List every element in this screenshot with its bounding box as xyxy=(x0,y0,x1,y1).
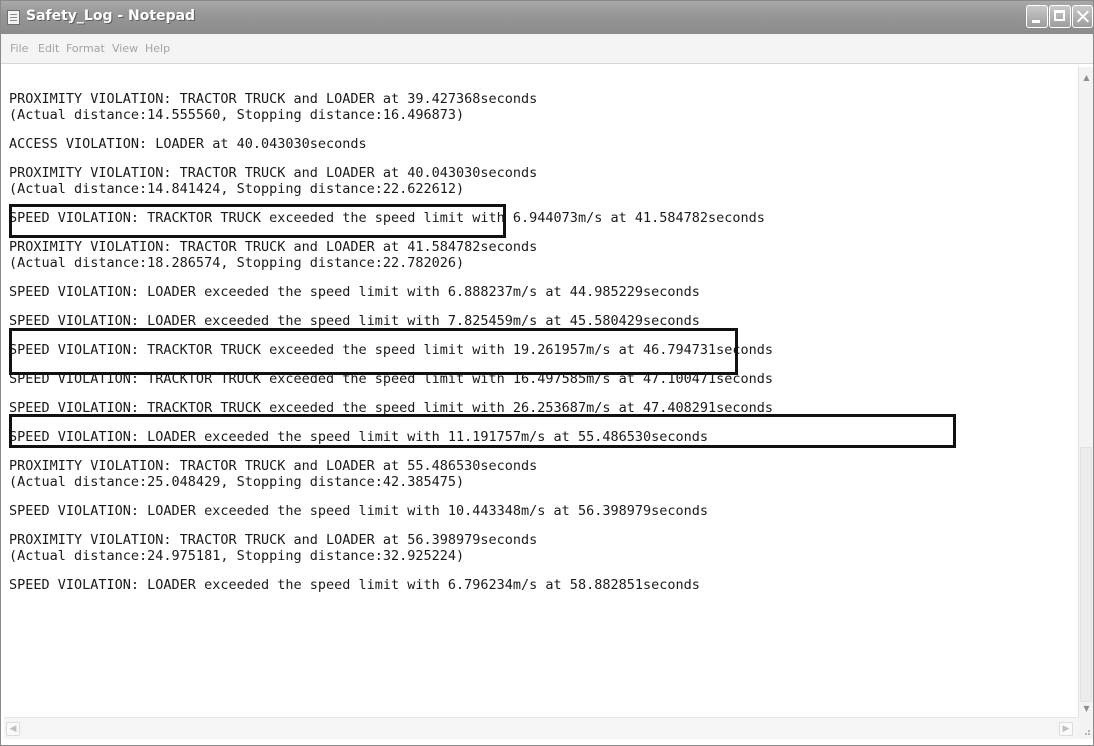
log-line: SPEED VIOLATION: LOADER exceeded the spe… xyxy=(9,503,708,519)
close-icon[interactable] xyxy=(1072,5,1093,28)
log-line: SPEED VIOLATION: LOADER exceeded the spe… xyxy=(9,284,700,300)
highlight-box-proximity-violation xyxy=(9,328,738,375)
horizontal-scrollbar[interactable]: ◀ ▶ xyxy=(4,717,1078,739)
notepad-icon[interactable] xyxy=(7,10,20,25)
menu-bar: File Edit Format View Help xyxy=(1,34,1093,64)
highlight-box-speed-violation xyxy=(9,414,956,448)
vertical-scrollbar[interactable]: ▲ ▼ xyxy=(1078,67,1093,717)
log-line: PROXIMITY VIOLATION: TRACTOR TRUCK and L… xyxy=(9,532,538,548)
log-line: PROXIMITY VIOLATION: TRACTOR TRUCK and L… xyxy=(9,458,538,474)
log-line: (Actual distance:14.555560, Stopping dis… xyxy=(9,107,465,123)
menu-view[interactable]: View xyxy=(112,42,138,55)
vertical-scroll-thumb[interactable] xyxy=(1080,447,1092,702)
log-line: (Actual distance:18.286574, Stopping dis… xyxy=(9,255,465,271)
title-bar[interactable]: Safety_Log - Notepad xyxy=(1,1,1093,34)
highlight-box-access-violation xyxy=(9,204,506,238)
notepad-window: Safety_Log - Notepad File Edit Format Vi… xyxy=(0,0,1094,746)
log-line: (Actual distance:24.975181, Stopping dis… xyxy=(9,548,465,564)
window-title: Safety_Log - Notepad xyxy=(26,8,196,24)
menu-edit[interactable]: Edit xyxy=(38,42,59,55)
scroll-right-arrow-icon[interactable]: ▶ xyxy=(1059,722,1073,736)
log-line: SPEED VIOLATION: LOADER exceeded the spe… xyxy=(9,577,700,593)
log-line: (Actual distance:14.841424, Stopping dis… xyxy=(9,181,465,197)
menu-format[interactable]: Format xyxy=(66,42,105,55)
log-line: PROXIMITY VIOLATION: TRACTOR TRUCK and L… xyxy=(9,239,538,255)
scroll-up-arrow-icon[interactable]: ▲ xyxy=(1080,71,1093,84)
log-line: SPEED VIOLATION: LOADER exceeded the spe… xyxy=(9,313,700,329)
log-line: (Actual distance:25.048429, Stopping dis… xyxy=(9,474,465,490)
scroll-left-arrow-icon[interactable]: ◀ xyxy=(6,722,20,736)
minimize-icon[interactable] xyxy=(1026,5,1048,28)
resize-grip-icon[interactable] xyxy=(1078,717,1093,739)
maximize-icon[interactable] xyxy=(1049,5,1071,28)
log-line: PROXIMITY VIOLATION: TRACTOR TRUCK and L… xyxy=(9,165,538,181)
log-line: ACCESS VIOLATION: LOADER at 40.043030sec… xyxy=(9,136,367,152)
menu-file[interactable]: File xyxy=(10,42,28,55)
log-line: PROXIMITY VIOLATION: TRACTOR TRUCK and L… xyxy=(9,91,538,107)
scroll-down-arrow-icon[interactable]: ▼ xyxy=(1080,702,1093,715)
text-editor[interactable]: PROXIMITY VIOLATION: TRACTOR TRUCK and L… xyxy=(4,67,1084,717)
menu-help[interactable]: Help xyxy=(145,42,170,55)
